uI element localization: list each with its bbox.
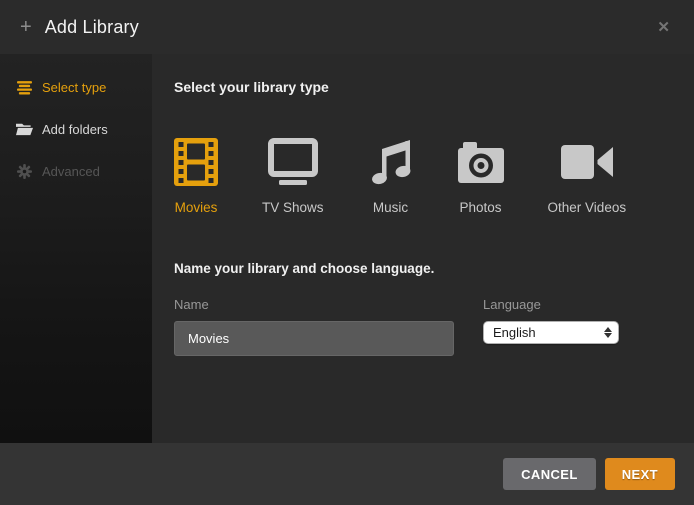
select-arrows-icon bbox=[604, 327, 612, 338]
library-name-input[interactable] bbox=[174, 321, 454, 356]
name-field-label: Name bbox=[174, 296, 454, 313]
plus-icon: + bbox=[20, 17, 32, 37]
library-type-tv-shows[interactable]: TV Shows bbox=[262, 138, 324, 216]
dialog-title: Add Library bbox=[45, 17, 139, 38]
sidebar: Select type Add folders bbox=[0, 54, 152, 443]
gear-icon bbox=[16, 163, 33, 180]
sidebar-item-advanced[interactable]: Advanced bbox=[0, 156, 152, 186]
main-content: Select your library type bbox=[152, 54, 694, 443]
sidebar-item-label: Add folders bbox=[42, 122, 108, 137]
video-camera-icon bbox=[561, 138, 613, 186]
name-library-heading: Name your library and choose language. bbox=[174, 260, 674, 278]
library-type-movies[interactable]: Movies bbox=[174, 138, 218, 216]
music-note-icon bbox=[368, 138, 414, 186]
camera-icon bbox=[458, 138, 504, 186]
library-type-label: Movies bbox=[175, 199, 218, 216]
add-library-dialog: + Add Library ✕ Select type bbox=[0, 0, 694, 505]
film-icon bbox=[174, 138, 218, 186]
library-type-other-videos[interactable]: Other Videos bbox=[548, 138, 627, 216]
next-button[interactable]: NEXT bbox=[605, 458, 675, 490]
sidebar-item-label: Select type bbox=[42, 80, 106, 95]
library-type-row: Movies TV Shows bbox=[174, 138, 674, 216]
library-type-label: Music bbox=[373, 199, 408, 216]
dialog-header: + Add Library ✕ bbox=[0, 0, 694, 54]
cancel-button[interactable]: CANCEL bbox=[503, 458, 596, 490]
sidebar-item-label: Advanced bbox=[42, 164, 100, 179]
dialog-footer: CANCEL NEXT bbox=[0, 443, 694, 505]
sidebar-item-select-type[interactable]: Select type bbox=[0, 72, 152, 102]
type-lines-icon bbox=[16, 79, 33, 96]
tv-icon bbox=[268, 138, 318, 186]
language-field-group: Language English bbox=[483, 278, 619, 356]
language-select[interactable]: English bbox=[483, 321, 619, 344]
folder-icon bbox=[16, 121, 33, 138]
close-icon[interactable]: ✕ bbox=[653, 16, 674, 39]
library-type-label: Photos bbox=[460, 199, 502, 216]
library-type-music[interactable]: Music bbox=[368, 138, 414, 216]
library-type-label: Other Videos bbox=[548, 199, 627, 216]
language-field-label: Language bbox=[483, 296, 619, 313]
library-type-label: TV Shows bbox=[262, 199, 324, 216]
name-field-group: Name bbox=[174, 278, 454, 356]
language-selected-value: English bbox=[493, 326, 604, 339]
library-type-photos[interactable]: Photos bbox=[458, 138, 504, 216]
sidebar-item-add-folders[interactable]: Add folders bbox=[0, 114, 152, 144]
library-form-row: Name Language English bbox=[174, 278, 674, 356]
dialog-body: Select type Add folders bbox=[0, 54, 694, 443]
library-type-heading: Select your library type bbox=[174, 78, 674, 96]
